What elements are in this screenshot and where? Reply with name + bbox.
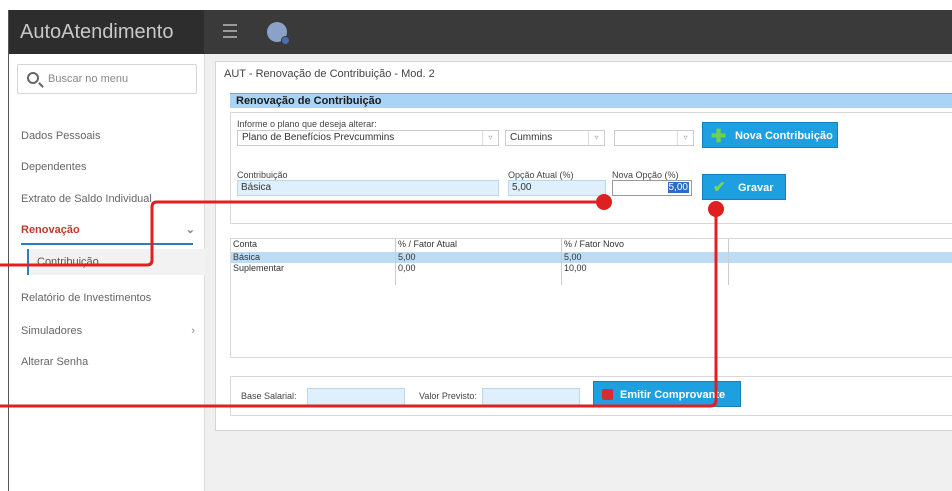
table-cell: Básica [233,252,261,262]
search-icon [27,72,39,84]
gravar-button[interactable]: ✔ Gravar [702,174,786,200]
sidebar-item-simuladores[interactable]: Simuladores › [9,319,205,343]
opcao-atual-label: Opção Atual (%) [508,170,574,180]
active-indicator [21,243,193,245]
contribuicao-value: Básica [241,182,272,193]
table-header-cell: % / Fator Novo [564,239,625,249]
valor-previsto-field[interactable] [482,388,580,406]
column-divider [395,239,396,285]
third-select[interactable]: ▿ [614,130,694,146]
contribuicao-label: Contribuição [237,170,288,180]
sidebar-item-label: Contribuição [37,256,99,268]
menu-icon[interactable] [223,24,237,38]
column-divider [561,239,562,285]
sidebar-item-renovacao[interactable]: Renovação ⌄ [9,218,205,242]
opcao-atual-field[interactable]: 5,00 [508,180,606,196]
pdf-icon [602,389,613,400]
plus-icon: ✚ [711,126,727,146]
base-salarial-field[interactable] [307,388,405,406]
search-placeholder: Buscar no menu [48,73,129,85]
sidebar-item-label: Simuladores [21,325,83,337]
chevron-right-icon: › [191,325,195,337]
check-icon: ✔ [713,179,726,196]
top-bar: AutoAtendimento [9,10,952,54]
button-label: Nova Contribuição [735,130,833,142]
section-header: Renovação de Contribuição [230,93,952,108]
sidebar-item-label: Dependentes [21,161,87,173]
plan-select-value: Plano de Benefícios Prevcummins [242,132,395,143]
user-avatar-icon[interactable] [267,22,290,45]
sidebar: Buscar no menu Dados Pessoais Dependente… [9,54,205,491]
button-label: Gravar [738,182,774,194]
company-select[interactable]: Cummins ▿ [505,130,605,146]
table-cell: 0,00 [398,263,416,273]
table-header-row: Conta % / Fator Atual % / Fator Novo [231,239,952,251]
table-row[interactable]: Suplementar 0,00 10,00 [231,263,952,274]
search-input[interactable]: Buscar no menu [17,64,197,94]
plan-select[interactable]: Plano de Benefícios Prevcummins ▿ [237,130,499,146]
base-salarial-label: Base Salarial: [241,391,297,401]
table-cell: Suplementar [233,263,285,273]
valor-previsto-label: Valor Previsto: [419,391,477,401]
company-select-value: Cummins [510,132,553,143]
sidebar-item-dados-pessoais[interactable]: Dados Pessoais [9,124,205,148]
sidebar-item-alterar-senha[interactable]: Alterar Senha [9,350,205,374]
chevron-down-icon: ⌄ [185,224,195,236]
nova-opcao-field[interactable]: 5,00 [612,180,692,196]
sidebar-item-label: Dados Pessoais [21,130,101,142]
table-header-cell: Conta [233,239,258,249]
page-title: AUT - Renovação de Contribuição - Mod. 2 [224,68,435,80]
chevron-down-icon: ▿ [588,131,604,145]
sidebar-item-label: Extrato de Saldo Individual [21,193,152,205]
sidebar-subitem-contribuicao[interactable]: Contribuição [27,249,205,275]
button-label: Emitir Comprovante [620,389,726,401]
table-cell: 5,00 [564,252,582,262]
table-header-cell: % / Fator Atual [398,239,458,249]
nova-opcao-label: Nova Opção (%) [612,170,679,180]
footer-box: Base Salarial: Valor Previsto: Emitir Co… [230,376,952,416]
contribuicao-field[interactable]: Básica [237,180,499,196]
sidebar-item-extrato[interactable]: Extrato de Saldo Individual [9,187,205,211]
plan-label: Informe o plano que deseja alterar: [237,119,377,129]
table-cell: 5,00 [398,252,416,262]
table-cell: 10,00 [564,263,587,273]
sidebar-item-label: Renovação [21,224,80,236]
sidebar-item-dependentes[interactable]: Dependentes [9,155,205,179]
sidebar-item-label: Relatório de Investimentos [21,292,152,304]
emitir-comprovante-button[interactable]: Emitir Comprovante [593,381,741,407]
column-divider [728,239,729,285]
table-row[interactable]: Básica 5,00 5,00 [231,252,952,263]
opcao-atual-value: 5,00 [512,182,532,193]
app-title: AutoAtendimento [9,10,204,54]
main-panel: AUT - Renovação de Contribuição - Mod. 2… [215,61,952,431]
chevron-down-icon: ▿ [482,131,498,145]
chevron-down-icon: ▿ [677,131,693,145]
form-box: Informe o plano que deseja alterar: Plan… [230,112,952,224]
nova-contribuicao-button[interactable]: ✚ Nova Contribuição [702,122,838,148]
sidebar-item-label: Alterar Senha [21,356,89,368]
sidebar-item-relatorio[interactable]: Relatório de Investimentos [9,286,205,310]
nova-opcao-value: 5,00 [667,182,689,193]
app-window: AutoAtendimento Buscar no menu Dados Pes… [8,10,952,491]
contribution-table: Conta % / Fator Atual % / Fator Novo Bás… [230,238,952,358]
